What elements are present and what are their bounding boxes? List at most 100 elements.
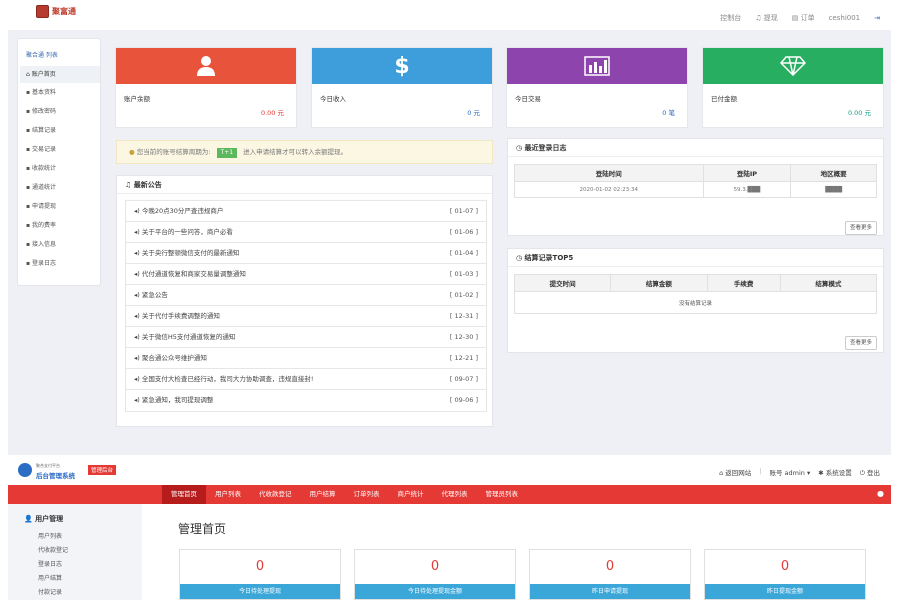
admin-sidebar-item[interactable]: 付款记录 xyxy=(38,587,62,596)
login-log-table: 登陆时间 登陆IP 地区概要 2020-01-02 02:23:34 59.3.… xyxy=(514,164,877,198)
card-value: 0 笔 xyxy=(662,109,675,117)
announcement-item[interactable]: ◂) 全国支付大检查已经行动，我司大力协助调查，违规直接封![ 09-07 ] xyxy=(126,369,486,390)
sidebar-item-password[interactable]: ▪ 修改密码 xyxy=(20,103,100,120)
stat-number: 0 xyxy=(605,559,615,574)
admin-sidebar-item[interactable]: 代收款登记 xyxy=(38,545,68,554)
column-header: 地区概要 xyxy=(790,164,877,182)
sidebar-item-home[interactable]: ⌂ 账户首页 xyxy=(20,66,100,83)
sidebar-item-income-stats[interactable]: ▪ 收款统计 xyxy=(20,160,100,177)
speaker-icon: ◂) xyxy=(134,354,142,362)
column-header: 提交时间 xyxy=(513,274,612,292)
admin-logo-title[interactable]: 后台管理系统 xyxy=(36,470,75,480)
view-more-button[interactable]: 查看更多 xyxy=(845,221,877,235)
column-header: 登陆时间 xyxy=(514,164,704,182)
admin-stat-card: 0 昨日提现金额 xyxy=(704,549,866,600)
announcement-item[interactable]: ◂) 紧急公告[ 01-02 ] xyxy=(126,285,486,306)
user-icon xyxy=(116,48,296,84)
stat-footer[interactable]: 昨日申请提现 xyxy=(530,584,690,599)
nav-item-admins[interactable]: 管理员列表 xyxy=(477,485,528,504)
logout-link[interactable]: ⏻ 登出 xyxy=(860,467,880,478)
announcement-list: ◂) 今晚20点30分严查违规商户[ 01-07 ] ◂) 关于平台的一些问答，… xyxy=(125,200,487,412)
admin-badge: 管理后台 xyxy=(88,465,117,475)
dollar-icon: $ xyxy=(312,48,492,84)
sidebar-item-login-log[interactable]: ▪ 登录日志 xyxy=(20,255,100,272)
table-cell: ████ xyxy=(790,181,877,198)
admin-stat-card: 0 今日待处理提现金额 xyxy=(354,549,516,600)
panel-header: ♫ 最新公告 xyxy=(117,176,492,194)
admin-logo-icon xyxy=(18,463,32,477)
bell-icon: ♫ xyxy=(125,181,134,189)
admin-sidebar-item[interactable]: 登录日志 xyxy=(38,559,62,568)
admin-sidebar-item[interactable]: 用户列表 xyxy=(38,531,62,540)
speaker-icon: ◂) xyxy=(134,249,142,257)
console-link[interactable]: 控制台 xyxy=(720,13,741,23)
speaker-icon: ◂) xyxy=(134,291,142,299)
account-dropdown[interactable]: 账号 admin ▾ xyxy=(769,467,810,478)
admin-page-title: 管理首页 xyxy=(178,522,227,536)
announcement-item[interactable]: ◂) 聚合通公众号维护通知[ 12-21 ] xyxy=(126,348,486,369)
announcement-item[interactable]: ◂) 关于代付手续费调整的通知[ 12-31 ] xyxy=(126,306,486,327)
settlement-panel: ◷ 结算记录TOP5 提交时间 结算金额 手续费 结算模式 没有结算记录 查看更… xyxy=(507,248,884,353)
speaker-icon: ◂) xyxy=(134,270,142,278)
column-header: 结算模式 xyxy=(779,274,878,292)
nav-item-orders[interactable]: 订单列表 xyxy=(345,485,389,504)
settlement-cycle-badge: T+1 xyxy=(216,148,238,158)
admin-stat-card: 0 今日待处理提现 xyxy=(179,549,341,600)
sidebar-item-profile[interactable]: ▪ 基本资料 xyxy=(20,84,100,101)
sidebar-item-access-info[interactable]: ▪ 接入信息 xyxy=(20,236,100,253)
speaker-icon: ◂) xyxy=(134,207,142,215)
stat-footer[interactable]: 今日待处理提现 xyxy=(180,584,340,599)
announcement-item[interactable]: ◂) 关于央行整顿微信支付的最新通知[ 01-04 ] xyxy=(126,243,486,264)
back-to-site-link[interactable]: ⌂ 返回网站 xyxy=(719,467,751,478)
admin-nav-items: 管理首页 用户列表 代收款登记 用户结算 订单列表 商户统计 代理列表 管理员列… xyxy=(162,485,527,504)
logout-icon[interactable]: ⇥ xyxy=(874,14,880,22)
sidebar-item-rates[interactable]: ▪ 我的费率 xyxy=(20,217,100,234)
stat-footer[interactable]: 昨日提现金额 xyxy=(705,584,865,599)
user-icon: 👤 xyxy=(24,515,36,523)
logo-icon[interactable] xyxy=(36,5,49,18)
admin-stat-card: 0 昨日申请提现 xyxy=(529,549,691,600)
orders-link[interactable]: ▤ 订单 xyxy=(792,13,815,23)
stat-card-income: $ 今日收入 0 元 xyxy=(311,47,493,128)
user-link[interactable]: ceshi001 xyxy=(829,14,861,22)
settings-link[interactable]: ✱ 系统设置 xyxy=(818,467,852,478)
announcement-item[interactable]: ◂) 今晚20点30分严查违规商户[ 01-07 ] xyxy=(126,201,486,222)
admin-sidebar-heading[interactable]: 👤 用户管理 xyxy=(24,514,63,524)
announcement-item[interactable]: ◂) 代付通道恢复和商家交易量调整通知[ 01-03 ] xyxy=(126,264,486,285)
panel-header: ◷ 最近登录日志 xyxy=(508,139,883,157)
stat-footer[interactable]: 今日待处理提现金额 xyxy=(355,584,515,599)
caret-down-icon: ▾ xyxy=(804,469,811,477)
column-header: 结算金额 xyxy=(610,274,708,292)
nav-item-collection[interactable]: 代收款登记 xyxy=(250,485,301,504)
logo-text[interactable]: 聚富通 xyxy=(52,6,76,17)
nav-item-home[interactable]: 管理首页 xyxy=(162,485,206,504)
nav-item-users[interactable]: 用户列表 xyxy=(206,485,250,504)
nav-settings-icon[interactable]: ● xyxy=(877,489,884,498)
sidebar-item-withdraw[interactable]: ▪ 申请提现 xyxy=(20,198,100,215)
table-header-row: 提交时间 结算金额 手续费 结算模式 xyxy=(513,274,878,292)
settlement-table: 提交时间 结算金额 手续费 结算模式 没有结算记录 xyxy=(513,274,878,314)
admin-top-nav: ⌂ 返回网站 | 账号 admin ▾ ✱ 系统设置 ⏻ 登出 xyxy=(719,467,880,478)
sidebar-item-transactions[interactable]: ▪ 交易记录 xyxy=(20,141,100,158)
sidebar-item-settlement[interactable]: ▪ 结算记录 xyxy=(20,122,100,139)
announcement-item[interactable]: ◂) 关于微信H5支付通道恢复的通知[ 12-30 ] xyxy=(126,327,486,348)
announcement-item[interactable]: ◂) 紧急通知，我司提现调整[ 09-06 ] xyxy=(126,390,486,411)
gear-icon: ✱ xyxy=(818,469,826,477)
admin-sidebar-item[interactable]: 用户结算 xyxy=(38,573,62,582)
sidebar-item-channel-stats[interactable]: ▪ 通道统计 xyxy=(20,179,100,196)
nav-item-settlement[interactable]: 用户结算 xyxy=(301,485,345,504)
withdraw-link[interactable]: ♫ 提现 xyxy=(755,13,778,23)
admin-logo-subtitle: 聚合支付平台 xyxy=(36,463,60,468)
nav-item-merchant-stats[interactable]: 商户统计 xyxy=(389,485,433,504)
nav-item-agents[interactable]: 代理列表 xyxy=(433,485,477,504)
stat-card-balance: 账户余额 0.00 元 xyxy=(115,47,297,128)
bar-chart-icon xyxy=(507,48,687,84)
view-more-button[interactable]: 查看更多 xyxy=(845,336,877,350)
stat-number: 0 xyxy=(255,559,265,574)
announcement-item[interactable]: ◂) 关于平台的一些问答，商户必看[ 01-06 ] xyxy=(126,222,486,243)
card-label: 账户余额 xyxy=(124,95,150,103)
settlement-notice: ● 您当前的账号结算周期为: T+1 进入申请结算才可以转入余额提现。 xyxy=(116,140,493,164)
stat-number: 0 xyxy=(780,559,790,574)
card-label: 已付金额 xyxy=(711,95,737,103)
table-cell: 59.3.███ xyxy=(702,181,792,198)
